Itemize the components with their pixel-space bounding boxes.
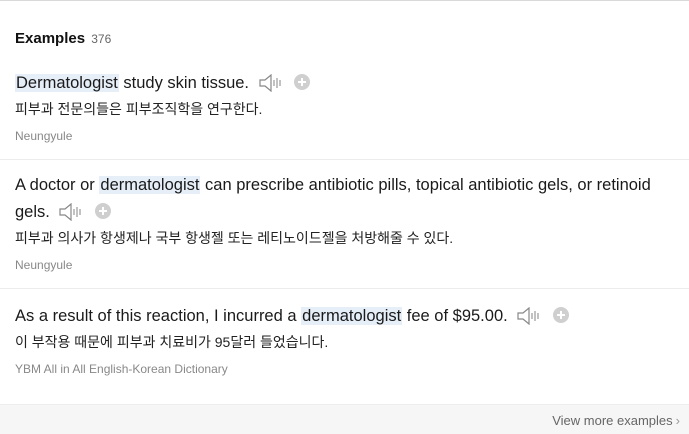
example-item: As a result of this reaction, I incurred…	[0, 303, 689, 376]
add-circle-icon[interactable]	[294, 74, 311, 90]
example-korean: 피부과 의사가 항생제나 국부 항생젤 또는 레티노이드젤을 처방해줄 수 있다…	[15, 230, 454, 246]
top-border	[0, 0, 689, 1]
example-korean: 피부과 전문의들은 피부조직학을 연구한다.	[15, 101, 263, 117]
divider	[0, 159, 689, 160]
example-english: Dermatologist study skin tissue.	[15, 70, 675, 97]
speaker-icon[interactable]	[258, 74, 284, 92]
speaker-icon[interactable]	[516, 307, 542, 325]
example-source: Neungyule	[15, 129, 73, 143]
example-english-pre: As a result of this reaction, I incurred…	[15, 307, 302, 325]
example-item: Dermatologist study skin tissue. 피부과 전문의…	[0, 70, 689, 143]
example-english-post: fee of $95.00.	[402, 307, 508, 325]
example-english-post: study skin tissue.	[118, 74, 250, 92]
speaker-icon[interactable]	[58, 203, 84, 221]
examples-count: 376	[91, 32, 112, 46]
view-more-label: View more examples	[552, 413, 673, 428]
highlighted-term[interactable]: dermatologist	[99, 176, 201, 194]
view-more-examples-link[interactable]: View more examples ›	[552, 413, 680, 428]
example-english: As a result of this reaction, I incurred…	[15, 303, 675, 330]
divider	[0, 288, 689, 289]
example-english-pre: A doctor or	[15, 176, 100, 194]
example-korean: 이 부작용 때문에 피부과 치료비가 95달러 들었습니다.	[15, 334, 329, 350]
footer-bar: View more examples ›	[0, 404, 689, 434]
example-english: A doctor or dermatologist can prescribe …	[15, 172, 675, 226]
example-source: YBM All in All English-Korean Dictionary	[15, 362, 228, 376]
add-circle-icon[interactable]	[95, 203, 112, 219]
example-item: A doctor or dermatologist can prescribe …	[0, 172, 689, 272]
examples-header: Examples 376	[15, 30, 111, 47]
highlighted-term[interactable]: Dermatologist	[15, 74, 119, 92]
highlighted-term[interactable]: dermatologist	[301, 307, 403, 325]
example-source: Neungyule	[15, 258, 73, 272]
chevron-right-icon: ›	[675, 413, 680, 428]
add-circle-icon[interactable]	[552, 307, 569, 323]
examples-title: Examples	[15, 30, 86, 47]
